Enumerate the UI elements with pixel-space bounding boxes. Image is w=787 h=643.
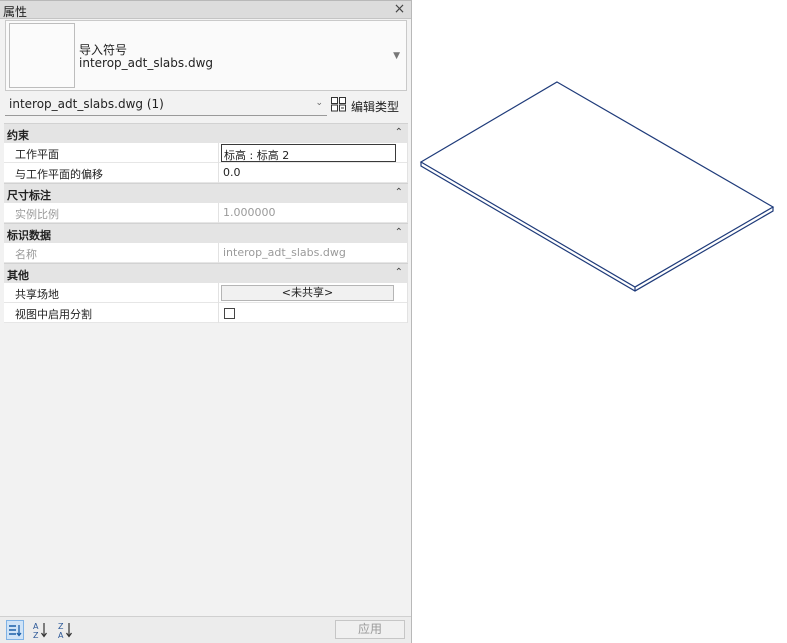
section-label: 其他 — [7, 269, 29, 282]
param-value-cell — [218, 303, 406, 323]
collapse-icon[interactable]: ⌃ — [395, 267, 403, 278]
apply-button[interactable]: 应用 — [335, 620, 405, 639]
param-name: 实例比例 — [15, 208, 59, 221]
section-constraints[interactable]: 约束 ⌃ — [4, 123, 408, 143]
chevron-down-icon[interactable]: ⌄ — [315, 98, 323, 108]
svg-text:A: A — [33, 622, 39, 631]
properties-grid: 约束 ⌃ 工作平面 标高 : 标高 2 与工作平面的偏移 0.0 尺寸标注 ⌃ — [4, 123, 408, 323]
param-value-cell: 标高 : 标高 2 — [218, 143, 406, 163]
param-name: 与工作平面的偏移 — [15, 168, 103, 181]
param-name: 共享场地 — [15, 288, 59, 301]
grid-border — [407, 143, 408, 163]
param-name: 视图中启用分割 — [15, 308, 92, 321]
close-icon[interactable]: × — [392, 2, 407, 17]
instance-row: interop_adt_slabs.dwg (1) ⌄ 编辑类型 — [5, 94, 407, 118]
section-dimensions[interactable]: 尺寸标注 ⌃ — [4, 183, 408, 203]
palette-footer: A Z Z A 应用 — [0, 616, 411, 643]
param-name: 名称 — [15, 248, 37, 261]
param-row-instance-scale: 实例比例 1.000000 — [4, 203, 408, 223]
edit-type-button[interactable]: 编辑类型 — [331, 95, 405, 115]
svg-text:Z: Z — [58, 622, 64, 631]
param-value-cell: 1.000000 — [218, 203, 406, 223]
instance-filter-dropdown[interactable]: interop_adt_slabs.dwg (1) ⌄ — [5, 94, 327, 116]
grid-border — [407, 243, 408, 263]
param-value-cell: <未共享> — [218, 283, 406, 303]
slab-outline[interactable] — [413, 0, 787, 643]
work-plane-field[interactable]: 标高 : 标高 2 — [221, 144, 396, 162]
palette-title-bar[interactable]: 属性 × — [0, 1, 411, 19]
param-value-cell: interop_adt_slabs.dwg — [218, 243, 406, 263]
grid-border — [407, 203, 408, 223]
shared-site-button[interactable]: <未共享> — [221, 285, 394, 301]
chevron-down-icon[interactable]: ▼ — [393, 51, 400, 61]
edit-type-icon — [331, 97, 346, 112]
section-other[interactable]: 其他 ⌃ — [4, 263, 408, 283]
instance-filter-label: interop_adt_slabs.dwg (1) — [9, 97, 164, 111]
sort-za-icon[interactable]: Z A — [57, 620, 75, 640]
section-label: 约束 — [7, 129, 29, 142]
split-in-view-checkbox[interactable] — [224, 308, 235, 319]
name-value: interop_adt_slabs.dwg — [223, 246, 346, 259]
grid-border — [407, 163, 408, 183]
param-row-work-plane: 工作平面 标高 : 标高 2 — [4, 143, 408, 163]
type-selector[interactable]: 导入符号 interop_adt_slabs.dwg ▼ — [5, 20, 407, 91]
section-identity-data[interactable]: 标识数据 ⌃ — [4, 223, 408, 243]
param-row-name: 名称 interop_adt_slabs.dwg — [4, 243, 408, 263]
collapse-icon[interactable]: ⌃ — [395, 127, 403, 138]
work-plane-value: 标高 : 标高 2 — [224, 149, 290, 162]
palette-title: 属性 — [3, 5, 28, 19]
param-row-offset: 与工作平面的偏移 0.0 — [4, 163, 408, 183]
param-value-cell[interactable]: 0.0 — [218, 163, 406, 183]
edit-type-label: 编辑类型 — [351, 100, 400, 114]
categorized-sort-icon[interactable] — [6, 620, 24, 640]
offset-value[interactable]: 0.0 — [223, 166, 241, 179]
type-preview-image — [9, 23, 75, 88]
svg-text:A: A — [58, 631, 64, 640]
section-label: 尺寸标注 — [7, 189, 51, 202]
param-row-split-in-view: 视图中启用分割 — [4, 303, 408, 323]
sort-az-icon[interactable]: A Z — [32, 620, 50, 640]
view-canvas[interactable] — [413, 0, 787, 643]
type-name-label: interop_adt_slabs.dwg — [79, 56, 214, 70]
param-name: 工作平面 — [15, 148, 59, 161]
svg-text:Z: Z — [33, 631, 39, 640]
section-label: 标识数据 — [7, 229, 51, 242]
collapse-icon[interactable]: ⌃ — [395, 187, 403, 198]
grid-border — [407, 303, 408, 323]
grid-border — [407, 283, 408, 303]
instance-scale-value: 1.000000 — [223, 206, 276, 219]
param-row-shared-site: 共享场地 <未共享> — [4, 283, 408, 303]
properties-palette: 属性 × 导入符号 interop_adt_slabs.dwg ▼ intero… — [0, 0, 412, 643]
collapse-icon[interactable]: ⌃ — [395, 227, 403, 238]
